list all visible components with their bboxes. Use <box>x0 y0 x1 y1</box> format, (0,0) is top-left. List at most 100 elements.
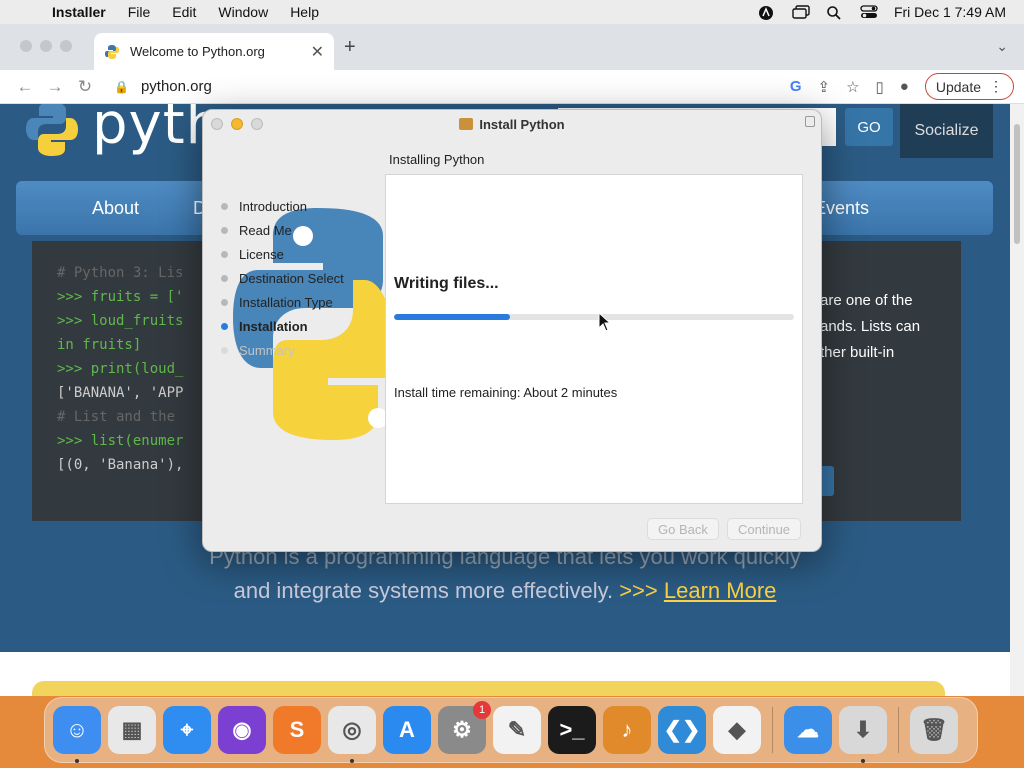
weather-glyph-icon: ☁ <box>797 717 819 742</box>
menu-help[interactable]: Help <box>279 4 330 20</box>
back-arrow-icon[interactable]: ← <box>10 77 40 97</box>
dialog-window-controls <box>211 118 263 130</box>
spotlight-search-icon[interactable] <box>826 5 842 20</box>
google-icon[interactable]: G <box>790 78 802 95</box>
installer-step: Introduction <box>221 194 344 218</box>
dock-trash-icon[interactable]: 🗑 <box>910 706 958 754</box>
menu-clock[interactable]: Fri Dec 1 7:49 AM <box>894 4 1006 20</box>
dock-firefox-icon[interactable]: ◉ <box>218 706 266 754</box>
scrollbar-thumb[interactable] <box>1014 124 1020 244</box>
user-status-icon[interactable] <box>758 5 774 20</box>
lock-icon[interactable] <box>805 116 815 127</box>
installer-step: Summary <box>221 338 344 362</box>
running-indicator <box>861 759 865 763</box>
installer-content-pane: Writing files... Install time remaining:… <box>385 174 803 504</box>
search-go-button[interactable]: GO <box>845 108 893 146</box>
notification-badge: 1 <box>473 701 491 719</box>
dock-app-store-icon[interactable]: A <box>383 706 431 754</box>
step-bullet-icon <box>221 298 228 306</box>
installer-step: Read Me <box>221 218 344 242</box>
forward-arrow-icon[interactable]: → <box>40 77 70 97</box>
dock-finder-icon[interactable]: ☺ <box>53 706 101 763</box>
time-remaining-text: Install time remaining: About 2 minutes <box>394 385 618 400</box>
dock-launchpad-icon[interactable]: ▦ <box>108 706 156 754</box>
dock-system-preferences-icon[interactable]: ⚙ 1 <box>438 701 491 754</box>
dock-terminal-icon[interactable]: >_ <box>548 706 596 754</box>
lock-icon[interactable]: 🔒 <box>114 80 129 94</box>
visual-studio-glyph-icon: ◆ <box>728 717 746 742</box>
screen-mirroring-icon[interactable] <box>792 5 810 19</box>
step-label: Destination Select <box>239 270 344 286</box>
bookmark-star-icon[interactable]: ☆ <box>846 78 859 96</box>
step-bullet-icon <box>221 202 228 210</box>
tab-search-icon[interactable]: ⌄ <box>996 38 1008 55</box>
browser-window-controls <box>20 40 72 52</box>
close-tab-icon[interactable]: ✕ <box>311 42 324 62</box>
dialog-title-bar: Install Python <box>203 110 821 138</box>
tab-title: Welcome to Python.org <box>130 44 265 59</box>
python-favicon-icon <box>105 44 119 59</box>
installer-step: License <box>221 242 344 266</box>
finder-glyph-icon: ☺ <box>65 717 89 742</box>
dock-vscode-icon[interactable]: ❮❯ <box>658 706 706 754</box>
dialog-close-button[interactable] <box>211 118 223 130</box>
dock-garageband-icon[interactable]: ♪ <box>603 706 651 754</box>
menu-edit[interactable]: Edit <box>161 4 207 20</box>
socialize-button[interactable]: Socialize <box>900 104 993 158</box>
garageband-glyph-icon: ♪ <box>621 717 633 742</box>
dock-sublime-icon[interactable]: S <box>273 706 321 754</box>
dock-visual-studio-icon[interactable]: ◆ <box>713 706 761 754</box>
sublime-glyph-icon: S <box>289 717 305 742</box>
close-window-button[interactable] <box>20 40 32 52</box>
update-button[interactable]: Update ⋮ <box>924 73 1014 100</box>
installer-step: Installation Type <box>221 290 344 314</box>
address-bar[interactable]: 🔒 python.org <box>114 78 754 95</box>
go-back-button[interactable]: Go Back <box>647 518 719 540</box>
launchpad-glyph-icon: ▦ <box>121 717 143 742</box>
firefox-glyph-icon: ◉ <box>232 717 252 742</box>
installer-glyph-icon: ⬇ <box>853 717 873 742</box>
dock-textedit-icon[interactable]: ✎ <box>493 706 541 754</box>
mouse-pointer-icon <box>598 312 612 332</box>
tab-python-org[interactable]: Welcome to Python.org ✕ <box>94 33 334 70</box>
share-icon[interactable]: ⇪ <box>817 78 830 96</box>
side-line: are one of the <box>820 292 913 309</box>
profile-avatar-icon[interactable]: ● <box>900 78 909 95</box>
tab-strip: Welcome to Python.org ✕ + ⌄ <box>0 24 1024 70</box>
side-panel-icon[interactable]: ▯ <box>876 78 884 96</box>
dock-chrome-icon[interactable]: ◎ <box>328 706 376 763</box>
dock: ☺ ▦ ⌖ ◉ S ◎ A ⚙ 1 ✎ >_ ♪ ❮❯ ◆ ☁ ⬇ 🗑 <box>44 697 978 763</box>
nav-events[interactable]: Events <box>814 198 919 219</box>
tagline-line-2: and integrate systems more effectively. <box>233 578 614 603</box>
reload-icon[interactable]: ↻ <box>70 77 100 97</box>
dock-safari-icon[interactable]: ⌖ <box>163 706 211 754</box>
menu-app-name[interactable]: Installer <box>44 4 117 20</box>
update-label: Update <box>935 78 981 95</box>
installer-step: Installation <box>221 314 344 338</box>
trash-glyph-icon: 🗑 <box>920 717 948 742</box>
minimize-window-button[interactable] <box>40 40 52 52</box>
continue-button[interactable]: Continue <box>727 518 802 540</box>
new-tab-button[interactable]: + <box>344 36 356 59</box>
learn-more-link[interactable]: Learn More <box>664 578 777 603</box>
dock-installer-icon[interactable]: ⬇ <box>839 706 887 763</box>
system-preferences-glyph-icon: ⚙ <box>452 717 472 742</box>
nav-about[interactable]: About <box>16 198 139 219</box>
dialog-minimize-button[interactable] <box>231 118 243 130</box>
dock-weather-icon[interactable]: ☁ <box>784 706 832 754</box>
control-center-icon[interactable] <box>860 5 878 19</box>
dock-separator <box>772 707 773 753</box>
running-indicator <box>75 759 79 763</box>
more-menu-icon: ⋮ <box>989 78 1003 94</box>
zoom-window-button[interactable] <box>60 40 72 52</box>
menu-file[interactable]: File <box>117 4 162 20</box>
page-scrollbar[interactable] <box>1010 104 1024 696</box>
step-bullet-icon <box>221 250 228 258</box>
dialog-zoom-button[interactable] <box>251 118 263 130</box>
step-bullet-icon <box>221 322 228 330</box>
menu-bar: Installer File Edit Window Help Fri Dec … <box>0 0 1024 24</box>
url-text[interactable]: python.org <box>141 78 212 95</box>
side-line: ther built-in <box>820 344 895 361</box>
dialog-title: Install Python <box>479 116 565 132</box>
menu-window[interactable]: Window <box>207 4 279 20</box>
